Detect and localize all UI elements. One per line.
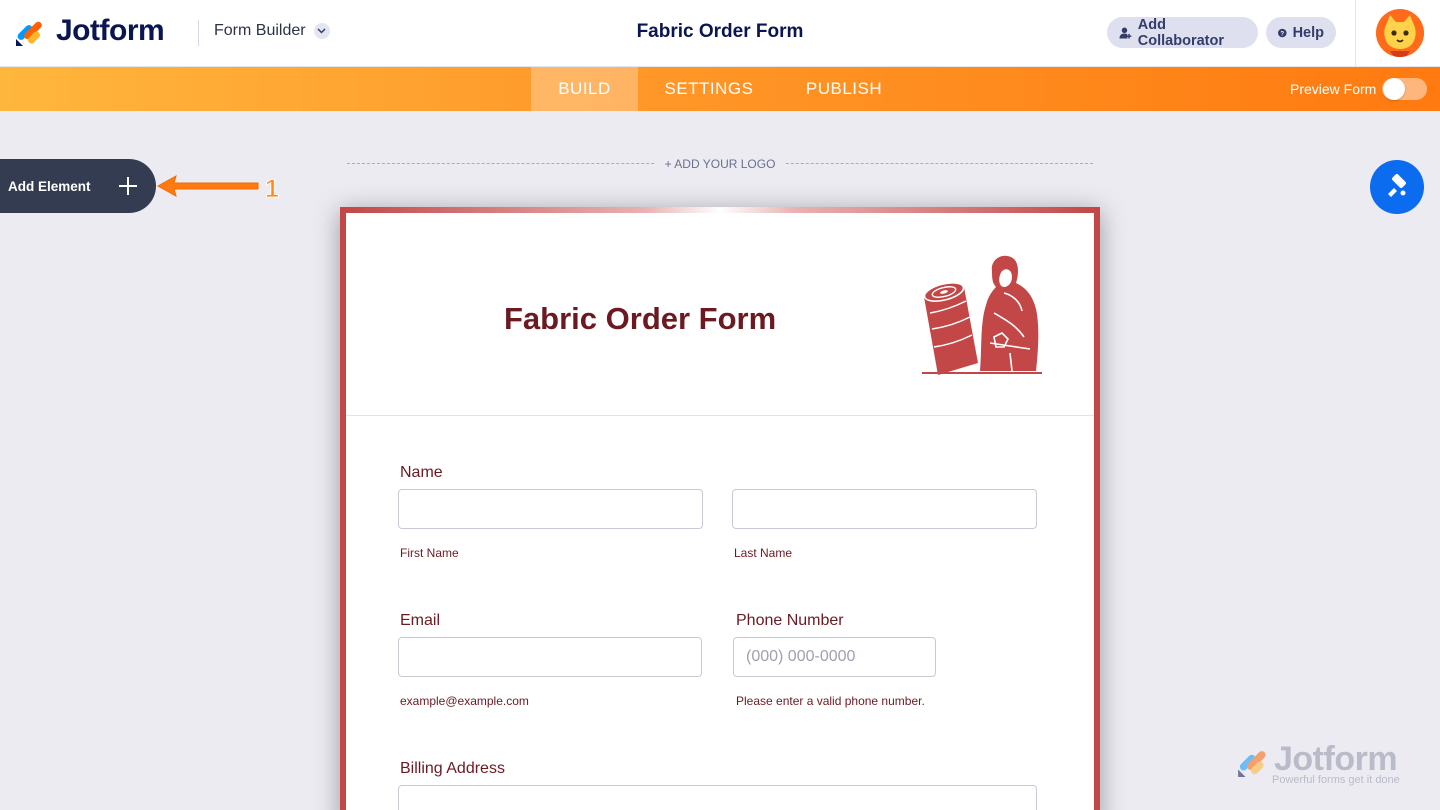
form-card: Fabric Order Form Name First Name Last N… bbox=[340, 207, 1100, 810]
header-divider bbox=[198, 20, 199, 46]
preview-form-label: Preview Form bbox=[1290, 81, 1377, 97]
jotform-watermark-icon bbox=[1238, 751, 1266, 777]
phone-input[interactable]: (000) 000-0000 bbox=[733, 637, 936, 677]
jotform-logo-icon bbox=[16, 21, 42, 46]
builder-nav: BUILD SETTINGS PUBLISH Preview Form bbox=[0, 67, 1440, 111]
header-divider-right bbox=[1355, 0, 1356, 67]
form-title: Fabric Order Form bbox=[636, 21, 804, 42]
first-name-sublabel: First Name bbox=[400, 546, 459, 560]
name-label: Name bbox=[400, 464, 443, 481]
last-name-input[interactable] bbox=[732, 489, 1037, 529]
add-element-label: Add Element bbox=[8, 178, 91, 194]
tab-settings[interactable]: SETTINGS bbox=[638, 67, 780, 111]
tab-build[interactable]: BUILD bbox=[531, 67, 638, 111]
form-designer-button[interactable] bbox=[1370, 160, 1424, 214]
svg-text:?: ? bbox=[1280, 30, 1284, 37]
paint-roller-icon bbox=[1388, 174, 1406, 197]
email-sublabel: example@example.com bbox=[400, 694, 529, 708]
add-logo-label[interactable]: + ADD YOUR LOGO bbox=[654, 157, 786, 171]
add-collaborator-button[interactable]: Add Collaborator bbox=[1107, 16, 1258, 49]
add-logo-row: + ADD YOUR LOGO bbox=[347, 157, 1093, 171]
last-name-sublabel: Last Name bbox=[734, 546, 793, 560]
add-collaborator-label: Add Collaborator bbox=[1137, 16, 1224, 49]
tab-publish[interactable]: PUBLISH bbox=[780, 67, 908, 111]
annotation-number: 1 bbox=[265, 175, 279, 203]
email-label: Email bbox=[400, 612, 441, 629]
first-name-input[interactable] bbox=[398, 489, 703, 529]
billing-address-label: Billing Address bbox=[400, 760, 505, 777]
plus-icon bbox=[119, 177, 137, 195]
phone-placeholder: (000) 000-0000 bbox=[746, 648, 856, 665]
add-logo-area[interactable]: + ADD YOUR LOGO bbox=[347, 157, 1093, 171]
brand-name: Jotform bbox=[56, 14, 165, 47]
help-icon: ? bbox=[1278, 28, 1287, 37]
form-heading: Fabric Order Form bbox=[504, 301, 777, 336]
preview-form-toggle[interactable] bbox=[1382, 78, 1427, 100]
email-field[interactable] bbox=[398, 637, 702, 677]
top-header: Jotform Form Builder Fabric Order Form A… bbox=[0, 0, 1440, 67]
billing-address-input[interactable] bbox=[398, 785, 1037, 810]
phone-sublabel: Please enter a valid phone number. bbox=[736, 694, 925, 708]
add-element-button[interactable]: Add Element bbox=[0, 159, 156, 213]
help-button[interactable]: ? Help bbox=[1266, 17, 1336, 48]
help-label: Help bbox=[1292, 24, 1324, 41]
form-builder-dropdown[interactable]: Form Builder bbox=[214, 22, 330, 40]
jotform-watermark: Jotform Powerful forms get it done bbox=[1236, 740, 1416, 790]
phone-label: Phone Number bbox=[736, 612, 844, 629]
annotation-arrow: 1 bbox=[156, 175, 279, 203]
watermark-tagline: Powerful forms get it done bbox=[1272, 774, 1400, 786]
add-user-icon bbox=[1119, 27, 1132, 38]
chevron-down-icon bbox=[313, 23, 330, 39]
form-header[interactable]: Fabric Order Form bbox=[346, 213, 1094, 416]
toggle-knob bbox=[1383, 78, 1405, 100]
cat-avatar-icon bbox=[1376, 9, 1424, 57]
avatar[interactable] bbox=[1376, 9, 1424, 57]
jotform-logo[interactable]: Jotform bbox=[14, 14, 165, 48]
fabric-illustration-icon bbox=[922, 255, 1042, 375]
form-builder-label: Form Builder bbox=[214, 22, 306, 39]
